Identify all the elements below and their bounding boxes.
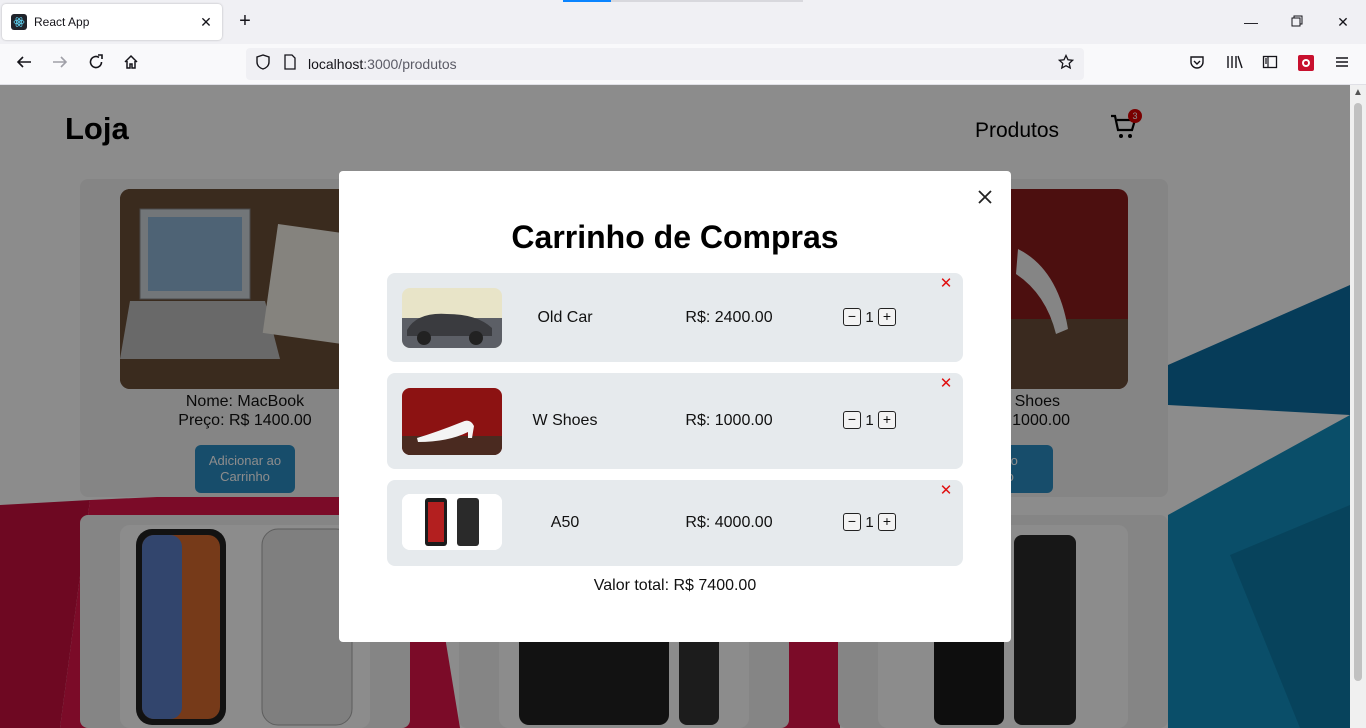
item-image-w-shoes — [402, 388, 502, 455]
sidebar-icon[interactable] — [1260, 54, 1280, 74]
increase-quantity-button[interactable]: + — [878, 308, 896, 326]
remove-item-icon[interactable]: ✕ — [939, 483, 953, 498]
item-image-old-car — [402, 288, 502, 348]
decrease-quantity-button[interactable]: − — [843, 513, 861, 531]
new-tab-icon[interactable]: + — [234, 11, 256, 33]
restore-icon[interactable] — [1287, 12, 1307, 32]
quantity-stepper: − 1 + — [843, 513, 896, 531]
back-arrow-icon[interactable] — [14, 54, 34, 74]
item-name: A50 — [550, 514, 580, 531]
cart-total: Valor total: R$ 7400.00 — [593, 577, 757, 594]
cart-item: A50 R$: 4000.00 − 1 + ✕ — [387, 480, 963, 566]
url-host: localhost — [308, 56, 364, 72]
bookmark-star-icon[interactable] — [1056, 53, 1076, 74]
url-path: :3000/produtos — [363, 56, 457, 72]
tab-title: React App — [34, 15, 90, 29]
scrollbar-thumb[interactable] — [1354, 103, 1362, 681]
tab-close-icon[interactable]: ✕ — [198, 14, 214, 30]
browser-tab-bar: React App ✕ + — ✕ — [0, 0, 1366, 44]
pocket-icon[interactable] — [1187, 54, 1207, 74]
browser-tab[interactable]: React App ✕ — [2, 4, 222, 40]
home-icon[interactable] — [121, 54, 141, 74]
increase-quantity-button[interactable]: + — [878, 411, 896, 429]
menu-icon[interactable] — [1332, 54, 1352, 74]
item-image-a50 — [402, 494, 502, 550]
item-name: Old Car — [537, 309, 593, 326]
item-name: W Shoes — [532, 412, 598, 429]
tab-strip-line — [611, 0, 803, 2]
quantity-stepper: − 1 + — [843, 411, 896, 429]
forward-arrow-icon[interactable] — [50, 54, 70, 74]
cart-modal: Carrinho de Compras Old Car R$: 2400.00 … — [339, 171, 1011, 642]
close-icon[interactable] — [975, 187, 995, 207]
increase-quantity-button[interactable]: + — [878, 513, 896, 531]
browser-nav-bar: localhost:3000/produtos — [0, 44, 1366, 85]
tab-strip-accent — [563, 0, 611, 2]
decrease-quantity-button[interactable]: − — [843, 411, 861, 429]
extension-icon[interactable] — [1296, 54, 1316, 74]
item-price: R$: 4000.00 — [685, 514, 773, 531]
item-price: R$: 1000.00 — [685, 412, 773, 429]
url-text: localhost:3000/produtos — [308, 56, 457, 72]
library-icon[interactable] — [1225, 54, 1245, 74]
reload-icon[interactable] — [86, 54, 106, 74]
url-bar[interactable]: localhost:3000/produtos — [246, 48, 1084, 80]
cart-item: Old Car R$: 2400.00 − 1 + ✕ — [387, 273, 963, 362]
quantity-value: 1 — [865, 513, 874, 531]
remove-item-icon[interactable]: ✕ — [939, 276, 953, 291]
decrease-quantity-button[interactable]: − — [843, 308, 861, 326]
remove-item-icon[interactable]: ✕ — [939, 376, 953, 391]
shield-icon[interactable] — [253, 54, 273, 74]
page-icon[interactable] — [280, 54, 300, 74]
scroll-up-arrow-icon[interactable]: ▲ — [1353, 87, 1363, 98]
quantity-value: 1 — [865, 411, 874, 429]
window-close-icon[interactable]: ✕ — [1333, 12, 1353, 32]
page-scrollbar[interactable]: ▲ — [1350, 85, 1366, 728]
cart-item: W Shoes R$: 1000.00 − 1 + ✕ — [387, 373, 963, 469]
react-logo-icon — [11, 14, 27, 30]
item-price: R$: 2400.00 — [685, 309, 773, 326]
modal-title: Carrinho de Compras — [511, 219, 839, 255]
quantity-value: 1 — [865, 308, 874, 326]
quantity-stepper: − 1 + — [843, 308, 896, 326]
minimize-icon[interactable]: — — [1241, 12, 1261, 32]
